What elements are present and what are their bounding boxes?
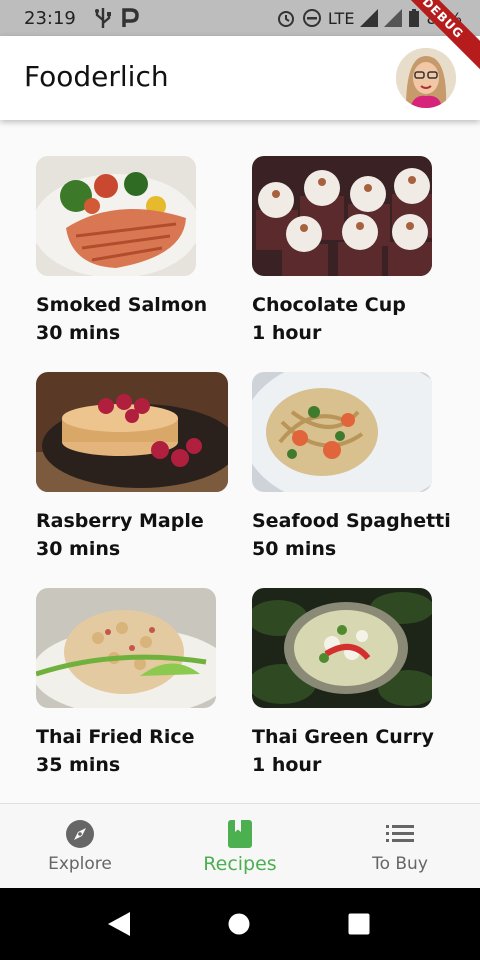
rasberry-maple-image	[36, 372, 228, 492]
nav-tab-to-buy[interactable]: To Buy	[320, 804, 480, 889]
recipe-image	[252, 156, 432, 276]
profile-avatar[interactable]	[396, 48, 456, 108]
parking-icon	[122, 8, 139, 27]
system-navigation-bar	[0, 888, 480, 960]
book-icon	[228, 820, 252, 848]
recipe-duration: 1 hour	[252, 754, 322, 776]
chocolate-cup-image	[252, 156, 432, 276]
usb-icon	[95, 8, 111, 28]
notification-icons	[93, 7, 139, 29]
recipe-image	[252, 588, 432, 708]
smoked-salmon-image	[36, 156, 196, 276]
recipe-duration: 1 hour	[252, 322, 322, 344]
bottom-navigation: Explore Recipes To Buy	[0, 803, 480, 889]
battery-icon	[409, 9, 420, 27]
recipe-name: Thai Green Curry	[252, 726, 434, 748]
recipe-image	[36, 372, 228, 492]
recipe-name: Rasberry Maple	[36, 510, 204, 532]
nav-label-recipes: Recipes	[203, 853, 277, 875]
app-bar: Fooderlich	[0, 36, 480, 120]
back-icon[interactable]	[106, 911, 132, 937]
network-type: LTE	[327, 8, 355, 28]
thai-fried-rice-image	[36, 588, 216, 708]
list-icon	[386, 825, 414, 842]
nav-tab-explore[interactable]: Explore	[0, 804, 160, 889]
recipe-name: Chocolate Cup	[252, 294, 406, 316]
do-not-disturb-icon	[302, 9, 321, 27]
recipe-name: Smoked Salmon	[36, 294, 208, 316]
explore-icon	[66, 820, 94, 848]
recipe-name: Seafood Spaghetti	[252, 510, 451, 532]
seafood-spaghetti-image	[252, 372, 432, 492]
signal-icon	[360, 9, 379, 27]
signal-icon-2	[384, 9, 403, 27]
status-bar: 23:19 LTE 85%	[0, 0, 480, 36]
recents-icon[interactable]	[348, 913, 370, 935]
alarm-icon	[277, 11, 294, 27]
recipe-duration: 50 mins	[252, 538, 337, 560]
nav-label-explore: Explore	[48, 854, 112, 874]
status-time: 23:19	[24, 8, 76, 29]
app-title: Fooderlich	[24, 60, 169, 93]
recipe-grid: Smoked Salmon 30 mins Chocolate Cup 1 ho…	[0, 120, 480, 803]
avatar-image	[396, 48, 456, 108]
recipe-duration: 35 mins	[36, 754, 121, 776]
thai-green-curry-image	[252, 588, 432, 708]
recipe-name: Thai Fried Rice	[36, 726, 195, 748]
nav-tab-recipes[interactable]: Recipes	[160, 804, 320, 889]
nav-label-to-buy: To Buy	[372, 854, 428, 874]
recipe-duration: 30 mins	[36, 538, 121, 560]
recipe-image	[252, 372, 432, 492]
recipe-duration: 30 mins	[36, 322, 121, 344]
home-icon[interactable]	[228, 913, 250, 935]
recipe-image	[36, 588, 216, 708]
recipe-image	[36, 156, 196, 276]
